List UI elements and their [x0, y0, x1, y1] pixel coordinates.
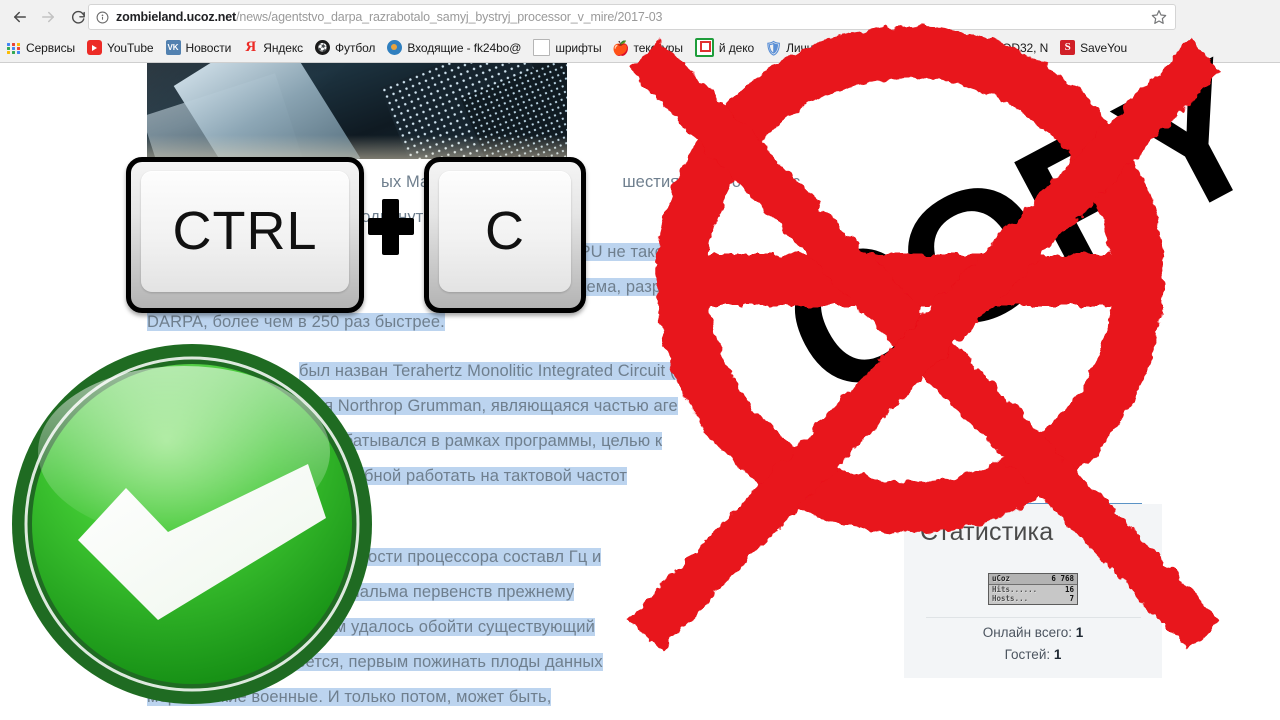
bookmark-saveyou[interactable]: S SaveYou [1054, 37, 1133, 59]
sidebar: Статистика uCoz 6 768 Hits...... 16 Host… [904, 503, 1162, 678]
arrow-right-icon [39, 8, 57, 26]
football-icon: ⚽ [315, 40, 331, 55]
stat-guests-value: 1 [1053, 646, 1062, 662]
ucoz-counter-wrap: uCoz 6 768 Hits...... 16 Hosts... 7 [904, 573, 1162, 605]
bookmark-klyuchi-nod32[interactable]: f Ключи для NOD32, N [906, 37, 1054, 59]
apple-icon: 🍎 [612, 39, 630, 56]
vk-icon: VK [165, 40, 181, 55]
bookmark-servisy[interactable]: Сервисы [0, 37, 81, 59]
back-button[interactable] [6, 3, 34, 31]
bookmark-label: Входящие - fk24bo@ [407, 40, 522, 55]
green-square-icon [694, 38, 714, 57]
bookmarks-bar: Сервисы YouTube VK Новости Я Яндекс ⚽ Фу… [0, 34, 1280, 61]
bookmark-label: шрифты [555, 40, 602, 55]
plus-icon [368, 199, 414, 255]
counter-row-hosts: Hosts... 7 [989, 594, 1077, 604]
counter-total: 6 768 [1051, 574, 1074, 583]
bookmark-label: й деко [718, 40, 755, 55]
shield-icon: 🛡 [764, 39, 783, 56]
yandex-icon: Я [245, 39, 257, 55]
bookmark-lichnyj-kabinet[interactable]: 🛡 Личный кабинет - Ан [760, 37, 906, 59]
statistics-title: Статистика [920, 518, 1054, 546]
stat-online-value: 1 [1075, 624, 1084, 640]
stats-divider [925, 616, 1141, 618]
forward-button[interactable] [34, 3, 62, 31]
plus-bar-v [382, 199, 399, 255]
bookmark-novosti[interactable]: VK Новости [160, 37, 238, 59]
apps-grid-icon [6, 40, 21, 55]
ucoz-counter-badge[interactable]: uCoz 6 768 Hits...... 16 Hosts... 7 [988, 573, 1078, 605]
stat-guests: Гостей: 1 [904, 647, 1162, 662]
counter-hits-value: 16 [1064, 584, 1074, 594]
bookmark-youtube[interactable]: YouTube [81, 37, 159, 59]
keycap-c-label: C [485, 200, 525, 261]
bookmark-label: Сервисы [26, 40, 76, 55]
bookmark-label: SaveYou [1080, 40, 1128, 55]
bookmark-tekstury[interactable]: 🍎 текстуры [607, 37, 688, 59]
article-hero-image [147, 62, 567, 159]
address-bar[interactable]: zombieland.ucoz.net/news/agentstvo_darpa… [88, 4, 1176, 30]
bookmark-shrifty[interactable]: шрифты [527, 37, 607, 59]
bookmark-label: Ключи для NOD32, N [931, 40, 1049, 55]
bookmark-label: YouTube [107, 40, 154, 55]
keycap-c: C [424, 157, 586, 313]
counter-row-hits: Hits...... 16 [989, 585, 1077, 595]
document-icon [533, 39, 551, 56]
browser-chrome: zombieland.ucoz.net/news/agentstvo_darpa… [0, 0, 1280, 63]
green-check-icon [12, 344, 372, 704]
url-path: /news/agentstvo_darpa_razrabotalo_samyj_… [236, 10, 663, 24]
star-icon[interactable] [1151, 9, 1167, 25]
info-circle-icon[interactable] [96, 11, 109, 24]
stat-online: Онлайн всего: 1 [904, 625, 1162, 640]
mail-circle-icon [387, 40, 403, 55]
counter-hosts-label: Hosts... [992, 594, 1029, 603]
bookmark-label: Личный кабинет - Ан [786, 40, 900, 55]
bookmark-label: Новости [185, 40, 232, 55]
bookmark-label: Футбол [335, 40, 376, 55]
url-text: zombieland.ucoz.net/news/agentstvo_darpa… [116, 10, 662, 24]
reload-icon [70, 9, 87, 26]
saveyou-icon: S [1060, 40, 1076, 55]
bookmark-label: текстуры [633, 40, 683, 55]
counter-hosts-value: 7 [1069, 594, 1074, 603]
bookmark-yandex[interactable]: Я Яндекс [237, 37, 309, 59]
keycap-ctrl-label: CTRL [172, 200, 318, 261]
facebook-icon: f [911, 40, 927, 55]
arrow-left-icon [11, 8, 29, 26]
url-host: zombieland.ucoz.net [116, 10, 237, 24]
keycap-ctrl: CTRL [126, 157, 364, 313]
browser-toolbar: zombieland.ucoz.net/news/agentstvo_darpa… [0, 0, 1280, 34]
keycap-c-face: C [439, 171, 571, 292]
youtube-icon [87, 40, 103, 55]
chip-glow-decor [147, 135, 567, 159]
bookmark-vhodyashie[interactable]: Входящие - fk24bo@ [381, 37, 527, 59]
bookmark-label: Яндекс [263, 40, 304, 55]
bookmark-deko[interactable]: й деко [689, 37, 760, 59]
stat-guests-label: Гостей: [1004, 646, 1051, 662]
stat-online-label: Онлайн всего: [982, 624, 1072, 640]
counter-hits-label: Hits...... [992, 584, 1038, 594]
bookmark-futbol[interactable]: ⚽ Футбол [309, 37, 381, 59]
keycap-ctrl-face: CTRL [141, 171, 349, 292]
statistics-block: Статистика uCoz 6 768 Hits...... 16 Host… [904, 504, 1162, 678]
counter-row-total: uCoz 6 768 [989, 574, 1077, 585]
article-line-selected: DARPA, более чем в 250 раз быстрее. [147, 313, 445, 331]
counter-brand: uCoz [992, 574, 1011, 583]
